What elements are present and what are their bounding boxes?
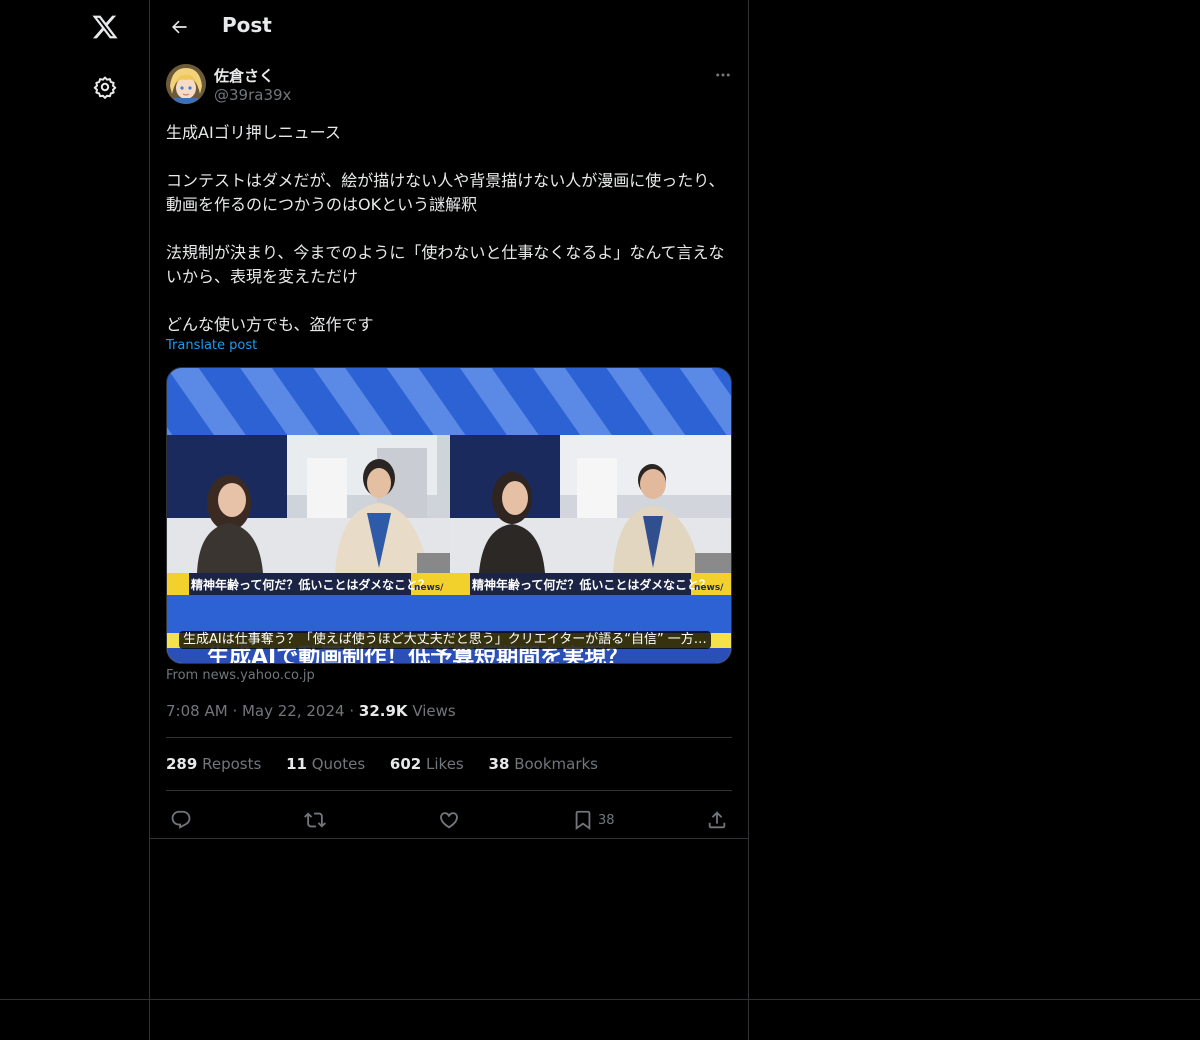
back-arrow-icon <box>171 20 187 34</box>
avatar[interactable] <box>166 64 206 104</box>
left-nav <box>0 0 150 1040</box>
quotes-label: Quotes <box>311 755 366 773</box>
post-bottom-divider <box>150 838 748 839</box>
ticker-right: 精神年齢って何だ？低いことはダメなこと？ <box>472 577 711 592</box>
like-icon <box>440 812 458 829</box>
views-label: Views <box>412 702 456 720</box>
link-card[interactable]: 精神年齢って何だ？低いことはダメなこと？ 精神年齢って何だ？低いことはダメなこと… <box>166 367 732 664</box>
post-time[interactable]: 7:08 AM <box>166 702 228 720</box>
more-button[interactable] <box>708 64 738 86</box>
bookmarks-label: Bookmarks <box>514 755 598 773</box>
quotes-count: 11 <box>286 755 307 773</box>
card-image: 精神年齢って何だ？低いことはダメなこと？ 精神年齢って何だ？低いことはダメなこと… <box>167 368 731 663</box>
ticker-brand-right: news/ <box>694 583 724 593</box>
back-button[interactable] <box>162 10 196 44</box>
translate-post-link[interactable]: Translate post <box>166 338 257 353</box>
reply-button[interactable] <box>170 804 192 836</box>
post-date[interactable]: May 22, 2024 <box>242 702 345 720</box>
reply-icon <box>171 810 191 829</box>
divider <box>166 790 732 791</box>
likes-label: Likes <box>426 755 464 773</box>
card-caption: 生成AIは仕事奪う？「使えば使うほど大丈夫だと思う」クリエイターが語る“自信” … <box>179 631 711 649</box>
settings-icon[interactable] <box>82 64 128 110</box>
post-stats: 289 Reposts 11 Quotes 602 Likes 38 Bookm… <box>166 755 618 773</box>
reposts-stat[interactable]: 289 Reposts <box>166 755 261 773</box>
likes-count: 602 <box>389 755 422 773</box>
meta-separator: · <box>349 702 359 720</box>
page-header: Post <box>150 0 748 53</box>
card-source[interactable]: From news.yahoo.co.jp <box>166 668 315 683</box>
share-button[interactable] <box>706 804 728 836</box>
page-title: Post <box>222 13 272 37</box>
bookmarks-stat[interactable]: 38 Bookmarks <box>489 755 598 773</box>
more-icon <box>716 73 730 77</box>
repost-icon <box>304 812 326 828</box>
reposts-count: 289 <box>166 755 198 773</box>
footer-divider <box>0 999 1200 1000</box>
ticker-left: 精神年齢って何だ？低いことはダメなこと？ <box>191 577 430 592</box>
reposts-label: Reposts <box>202 755 262 773</box>
share-icon <box>708 811 726 829</box>
views-count: 32.9K <box>358 702 408 720</box>
x-logo-icon[interactable] <box>82 4 128 50</box>
repost-button[interactable] <box>304 804 326 836</box>
bookmarks-count: 38 <box>488 755 510 773</box>
like-button[interactable] <box>438 804 460 836</box>
author-name[interactable]: 佐倉さく <box>214 65 274 86</box>
meta-separator: · <box>232 702 242 720</box>
bookmark-count: 38 <box>598 812 615 828</box>
divider <box>166 737 732 738</box>
action-bar: 38 <box>166 804 732 836</box>
bookmark-icon <box>575 810 591 831</box>
quotes-stat[interactable]: 11 Quotes <box>286 755 365 773</box>
likes-stat[interactable]: 602 Likes <box>390 755 464 773</box>
author-handle[interactable]: @39ra39x <box>214 86 291 104</box>
post-meta: 7:08 AM · May 22, 2024 · 32.9K Views <box>166 702 456 720</box>
post-text: 生成AIゴリ押しニュース コンテストはダメだが、絵が描けない人や背景描けない人が… <box>166 123 725 334</box>
bookmark-button[interactable]: 38 <box>572 804 615 836</box>
main-column: Post 佐倉さく @39ra39x 生成AIゴリ押しニュース コンテストはダメ… <box>150 0 749 1040</box>
ticker-brand-left: news/ <box>414 583 444 593</box>
